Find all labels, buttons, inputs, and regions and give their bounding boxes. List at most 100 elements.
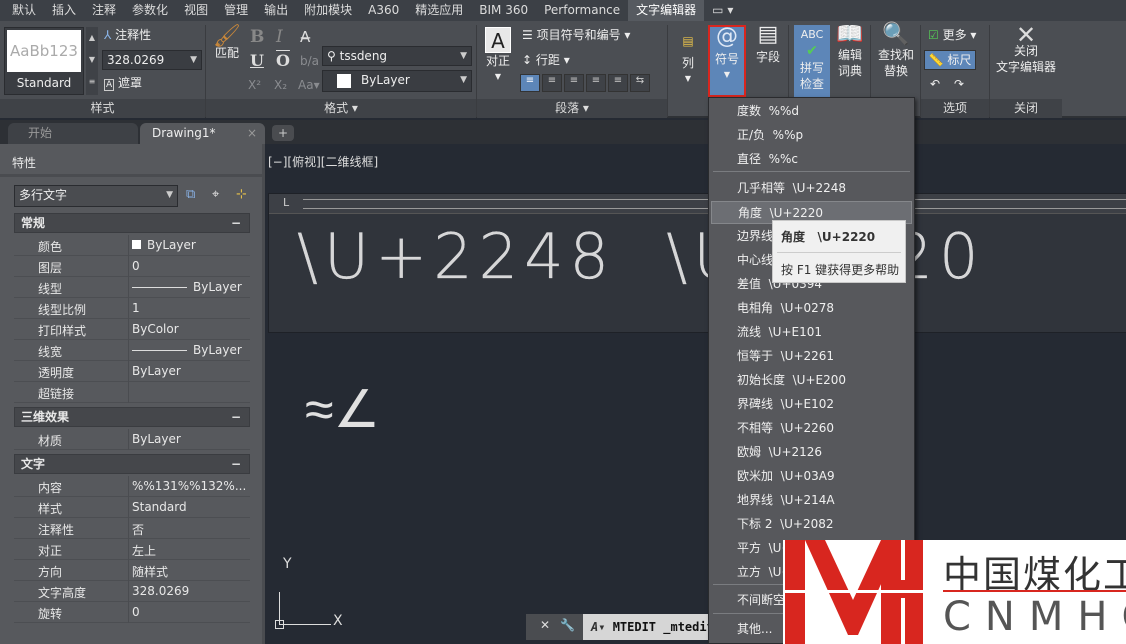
match-button[interactable]: 🖌 匹配 (210, 26, 244, 61)
property-row[interactable]: 方向 随样式 (14, 560, 250, 581)
more-button[interactable]: ☑ 更多 ▾ (928, 27, 976, 43)
property-row[interactable]: 线型 ByLayer (14, 277, 250, 298)
annotative-button[interactable]: ⅄ 注释性 (104, 27, 151, 43)
mask-button[interactable]: A 遮罩 (104, 75, 142, 93)
find-replace-button[interactable]: 🔍 查找和 替换 (874, 24, 918, 79)
font-dropdown[interactable]: ⚲ tssdeng ▼ (322, 46, 472, 66)
overline-button[interactable]: O (276, 51, 290, 70)
columns-button[interactable]: ▤ 列 ▼ (676, 33, 700, 87)
align-right-button[interactable]: ≡ (564, 74, 584, 92)
symbol-button[interactable]: @ 符号 ▼ (708, 25, 746, 97)
line-spacing-button[interactable]: ↕ 行距 ▾ (522, 52, 570, 68)
property-row[interactable]: 超链接 (14, 382, 250, 403)
property-row[interactable]: 注释性 否 (14, 518, 250, 539)
bold-button[interactable]: B (250, 27, 264, 47)
align-left-button[interactable]: ≡ (520, 74, 540, 92)
close-tab-icon[interactable]: × (247, 123, 257, 144)
symbol-menu-item[interactable]: 正/负 %%p (709, 124, 914, 147)
property-row[interactable]: 文字高度 328.0269 (14, 581, 250, 602)
align-center-button[interactable]: ≡ (542, 74, 562, 92)
property-row[interactable]: 颜色 ByLayer (14, 235, 250, 256)
stack-button[interactable]: b/a (300, 53, 319, 69)
viewport-controls[interactable]: [−][俯视][二维线框] (268, 153, 378, 170)
property-row[interactable]: 旋转 0 (14, 602, 250, 623)
property-row[interactable]: 透明度 ByLayer (14, 361, 250, 382)
new-tab-button[interactable]: + (272, 125, 294, 141)
collapse-icon[interactable]: − (231, 214, 241, 232)
spell-check-button[interactable]: ABC ✔ 拼写 检查 (794, 25, 830, 97)
ribbon-tab[interactable]: 附加模块 (296, 0, 360, 21)
justify-button[interactable]: A 对正 ▼ (482, 27, 514, 85)
symbol-menu-item[interactable]: 流线 \U+E101 (709, 321, 914, 344)
ribbon-tab[interactable]: Performance (536, 0, 628, 21)
underline-button[interactable]: U (250, 51, 264, 70)
italic-button[interactable]: I (276, 27, 283, 47)
wrench-icon[interactable]: 🔧 (560, 618, 575, 632)
ribbon-tab[interactable]: 视图 (176, 0, 216, 21)
symbol-menu-item[interactable]: 度数 %%d (709, 100, 914, 123)
ribbon-tab[interactable]: BIM 360 (471, 0, 536, 21)
property-row[interactable]: 打印样式 ByColor (14, 319, 250, 340)
tab-drawing1[interactable]: Drawing1* × (140, 123, 265, 144)
change-case-button[interactable]: Aa▾ (298, 77, 320, 93)
symbol-menu-item[interactable]: 几乎相等 \U+2248 (709, 177, 914, 200)
ribbon-tab[interactable]: 注释 (84, 0, 124, 21)
superscript-button[interactable]: X² (248, 77, 261, 93)
text-editor-box[interactable]: L \U+2248 \U+2220 (268, 193, 1126, 333)
redo-button[interactable]: ↷ (954, 76, 964, 92)
select-objects-icon[interactable]: ⌖ (212, 187, 219, 202)
ribbon-tab[interactable]: A360 (360, 0, 407, 21)
style-scroll[interactable]: ▲ ▼ ≡ (86, 27, 98, 95)
ribbon-tab[interactable]: 插入 (44, 0, 84, 21)
panel-label-format[interactable]: 格式 ▾ (206, 99, 476, 118)
text-height-dropdown[interactable]: 328.0269 ▼ (102, 50, 202, 70)
ribbon-tab[interactable]: 参数化 (124, 0, 176, 21)
object-type-dropdown[interactable]: 多行文字 ▼ (14, 185, 178, 207)
symbol-menu-item[interactable]: 恒等于 \U+2261 (709, 345, 914, 368)
ribbon-tab[interactable]: 管理 (216, 0, 256, 21)
ruler-toggle[interactable]: 📏 标尺 (924, 50, 976, 70)
distribute-button[interactable]: ⇆ (630, 74, 650, 92)
section-header[interactable]: 文字 − (14, 454, 250, 474)
property-row[interactable]: 样式 Standard (14, 497, 250, 518)
tab-start[interactable]: 开始 (8, 123, 138, 144)
symbol-menu-item[interactable]: 界碑线 \U+E102 (709, 393, 914, 416)
color-dropdown[interactable]: ByLayer ▼ (322, 70, 472, 92)
symbol-menu-item[interactable]: 下标 2 \U+2082 (709, 513, 914, 536)
property-row[interactable]: 内容 %%131%%132%... (14, 476, 250, 497)
drawn-symbols[interactable]: ≈∠ (305, 380, 380, 440)
strikethrough-button[interactable]: A̶ (300, 29, 310, 45)
ribbon-tab[interactable]: 精选应用 (407, 0, 471, 21)
collapse-icon[interactable]: − (231, 455, 241, 473)
symbol-menu-item[interactable]: 电相角 \U+0278 (709, 297, 914, 320)
bullets-button[interactable]: ☰ 项目符号和编号 ▾ (522, 27, 630, 43)
subscript-button[interactable]: X₂ (274, 77, 287, 93)
close-editor-button[interactable]: ✕ 关闭 文字编辑器 (992, 23, 1060, 75)
distribute-button[interactable]: ≡ (608, 74, 628, 92)
property-row[interactable]: 对正 左上 (14, 539, 250, 560)
collapse-icon[interactable]: − (231, 408, 241, 426)
close-command-icon[interactable]: ✕ (540, 618, 550, 632)
edit-dictionary-button[interactable]: 📖 编辑 词典 (834, 24, 866, 79)
symbol-menu-item[interactable]: 地界线 \U+214A (709, 489, 914, 512)
panel-label-paragraph[interactable]: 段落 ▾ (477, 99, 667, 118)
tab-stop-icon[interactable]: L (283, 196, 289, 209)
section-header[interactable]: 常规 − (14, 213, 250, 233)
quick-select-icon[interactable]: ⧉ (186, 187, 195, 202)
symbol-menu-item[interactable]: 初始长度 \U+E200 (709, 369, 914, 392)
text-ruler[interactable]: L (269, 194, 1126, 214)
style-gallery[interactable]: AaBb123 Standard (4, 27, 84, 95)
ribbon-tab[interactable]: 默认 (4, 0, 44, 21)
symbol-menu-item[interactable]: 欧米加 \U+03A9 (709, 465, 914, 488)
property-row[interactable]: 线型比例 1 (14, 298, 250, 319)
symbol-menu-item[interactable]: 直径 %%c (709, 148, 914, 171)
property-row[interactable]: 图层 0 (14, 256, 250, 277)
justify-full-button[interactable]: ≡ (586, 74, 606, 92)
field-button[interactable]: ▤ 字段 (752, 24, 784, 65)
ribbon-toggle-icon[interactable]: ▭ ▾ (704, 0, 741, 21)
ribbon-tab[interactable]: 输出 (256, 0, 296, 21)
section-header[interactable]: 三维效果 − (14, 407, 250, 427)
property-row[interactable]: 线宽 ByLayer (14, 340, 250, 361)
property-row[interactable]: 材质 ByLayer (14, 429, 250, 450)
symbol-menu-item[interactable]: 不相等 \U+2260 (709, 417, 914, 440)
